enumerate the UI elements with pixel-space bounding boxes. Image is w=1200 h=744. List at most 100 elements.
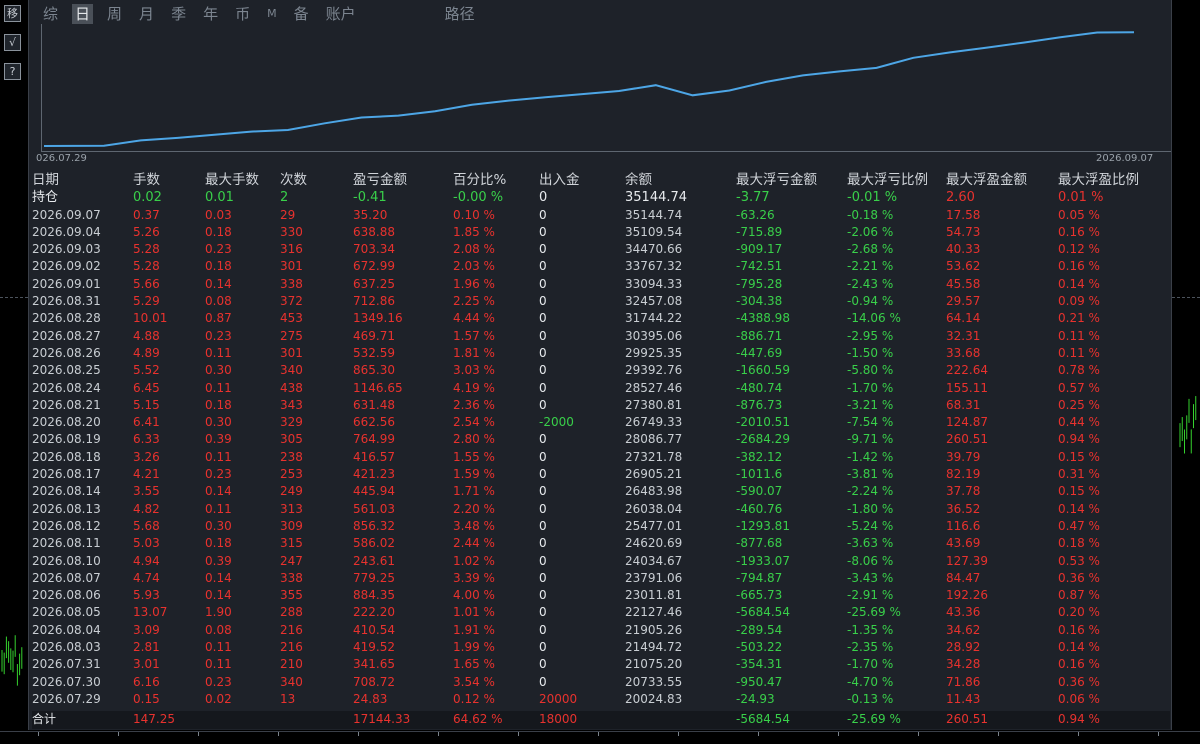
table-header-cell-4: 盈亏金额 bbox=[353, 172, 407, 188]
table-row-cell-4: 703.34 bbox=[353, 242, 395, 257]
table-row-cell-7: 33767.32 bbox=[625, 259, 683, 274]
tab-9[interactable]: 账户 bbox=[323, 4, 359, 24]
tab-0[interactable]: 综 bbox=[40, 4, 61, 24]
table-row-cell-5: 0.10 % bbox=[453, 207, 495, 222]
help-button[interactable]: ? bbox=[4, 63, 21, 80]
table-row-cell-2: 0.14 bbox=[205, 588, 232, 603]
table-row-cell-5: 1.01 % bbox=[453, 605, 495, 620]
table-row-cell-8: -886.71 bbox=[736, 328, 783, 343]
table-row-cell-2: 0.30 bbox=[205, 415, 232, 430]
table-row-cell-8: -876.73 bbox=[736, 397, 783, 412]
table-row-cell-2: 0.23 bbox=[205, 242, 232, 257]
table-row-cell-11: 0.15 % bbox=[1058, 449, 1100, 464]
table-row-cell-4: 419.52 bbox=[353, 640, 395, 655]
table-row-cell-11: 0.18 % bbox=[1058, 536, 1100, 551]
table-row: 2026.08.12 5.68 0.30 309 856.32 3.48 % 0 25477.… bbox=[32, 518, 1170, 535]
table-row-cell-9: -2.24 % bbox=[847, 484, 894, 499]
table-row-cell-6: 0 bbox=[539, 397, 547, 412]
table-row-cell-2: 0.14 bbox=[205, 276, 232, 291]
table-row-cell-5: 1.55 % bbox=[453, 449, 495, 464]
table-row-cell-11: 0.57 % bbox=[1058, 380, 1100, 395]
table-row-cell-3: 316 bbox=[280, 242, 303, 257]
holding-row-cell-11: 0.01 % bbox=[1058, 190, 1104, 206]
table-row-cell-9: -1.70 % bbox=[847, 657, 894, 672]
tab-7[interactable]: M bbox=[264, 4, 280, 24]
table-row-cell-7: 23011.81 bbox=[625, 588, 683, 603]
app-window: 移 √ ? 综日周月季年币 M 备账户 路径 026.07.29 2026.09.07… bbox=[0, 0, 1200, 744]
table-row-cell-8: -909.17 bbox=[736, 242, 783, 257]
move-button[interactable]: 移 bbox=[4, 5, 21, 22]
table-row-cell-2: 0.08 bbox=[205, 622, 232, 637]
table-row-cell-6: 0 bbox=[539, 657, 547, 672]
table-row-cell-5: 1.81 % bbox=[453, 345, 495, 360]
table-row-cell-6: 0 bbox=[539, 674, 547, 689]
table-row-cell-2: 0.23 bbox=[205, 467, 232, 482]
holding-row-cell-2: 0.01 bbox=[205, 190, 234, 206]
tab-8[interactable]: 备 bbox=[291, 4, 312, 24]
table-row-cell-5: 2.54 % bbox=[453, 415, 495, 430]
table-row-cell-0: 2026.08.17 bbox=[32, 467, 101, 482]
holding-row-cell-6: 0 bbox=[539, 190, 548, 206]
tab-6[interactable]: 币 bbox=[232, 4, 253, 24]
table-row-cell-0: 2026.08.06 bbox=[32, 588, 101, 603]
table-row-cell-6: 0 bbox=[539, 501, 547, 516]
table-row-cell-6: 0 bbox=[539, 363, 547, 378]
table-row-cell-6: 0 bbox=[539, 276, 547, 291]
tab-5[interactable]: 年 bbox=[200, 4, 221, 24]
axis-tick bbox=[598, 732, 599, 736]
chart-start-date: 026.07.29 bbox=[36, 153, 87, 164]
bottom-time-axis bbox=[0, 731, 1200, 744]
table-row-cell-3: 275 bbox=[280, 328, 303, 343]
total-row-cell-10: 260.51 bbox=[946, 712, 988, 727]
table-row-cell-9: -3.43 % bbox=[847, 570, 894, 585]
table-row-cell-9: -7.54 % bbox=[847, 415, 894, 430]
equity-chart bbox=[41, 24, 1171, 152]
table-row: 2026.08.21 5.15 0.18 343 631.48 2.36 % 0 27380.… bbox=[32, 397, 1170, 414]
table-row-cell-6: 0 bbox=[539, 259, 547, 274]
table-row-cell-10: 17.58 bbox=[946, 207, 981, 222]
tab-1[interactable]: 日 bbox=[72, 4, 94, 24]
table-row-cell-11: 0.87 % bbox=[1058, 588, 1100, 603]
table-row-cell-6: 0 bbox=[539, 640, 547, 655]
table-row-cell-8: -5684.54 bbox=[736, 605, 790, 620]
table-row-cell-11: 0.53 % bbox=[1058, 553, 1100, 568]
table-row-cell-8: -447.69 bbox=[736, 345, 783, 360]
check-button[interactable]: √ bbox=[4, 34, 21, 51]
table-row-cell-7: 20733.55 bbox=[625, 674, 683, 689]
tab-3[interactable]: 月 bbox=[136, 4, 157, 24]
table-row-cell-3: 13 bbox=[280, 691, 296, 706]
tab-10[interactable]: 路径 bbox=[442, 4, 478, 24]
table-row: 2026.08.03 2.81 0.11 216 419.52 1.99 % 0 21494.… bbox=[32, 639, 1170, 656]
table-row-cell-6: 0 bbox=[539, 345, 547, 360]
table-row: 2026.09.07 0.37 0.03 29 35.20 0.10 % 0 35144.74… bbox=[32, 207, 1170, 224]
tab-4[interactable]: 季 bbox=[168, 4, 189, 24]
table-row-cell-1: 5.93 bbox=[133, 588, 160, 603]
table-row: 2026.08.25 5.52 0.30 340 865.30 3.03 % 0 29392.… bbox=[32, 362, 1170, 379]
total-row-cell-9: -25.69 % bbox=[847, 712, 901, 727]
table-row-cell-9: -8.06 % bbox=[847, 553, 894, 568]
table-row-cell-9: -3.21 % bbox=[847, 397, 894, 412]
table-row-cell-8: -665.73 bbox=[736, 588, 783, 603]
table-row-cell-8: -1293.81 bbox=[736, 518, 790, 533]
table-row-cell-5: 2.36 % bbox=[453, 397, 495, 412]
table-row-cell-10: 68.31 bbox=[946, 397, 981, 412]
table-row-cell-3: 210 bbox=[280, 657, 303, 672]
table-row-cell-4: 856.32 bbox=[353, 518, 395, 533]
table-row-cell-10: 127.39 bbox=[946, 553, 988, 568]
table-row-cell-4: 410.54 bbox=[353, 622, 395, 637]
table-row-cell-0: 2026.08.11 bbox=[32, 536, 101, 551]
tab-2[interactable]: 周 bbox=[104, 4, 125, 24]
table-header-cell-10: 最大浮盈金额 bbox=[946, 172, 1027, 188]
axis-tick bbox=[278, 732, 279, 736]
table-row-cell-10: 32.31 bbox=[946, 328, 981, 343]
table-row-cell-10: 33.68 bbox=[946, 345, 981, 360]
table-row-cell-7: 27380.81 bbox=[625, 397, 683, 412]
table-row-cell-5: 3.48 % bbox=[453, 518, 495, 533]
table-row-cell-8: -2010.51 bbox=[736, 415, 790, 430]
table-row-cell-5: 4.19 % bbox=[453, 380, 495, 395]
table-row-cell-2: 0.30 bbox=[205, 518, 232, 533]
table-row-cell-10: 54.73 bbox=[946, 224, 981, 239]
table-header-cell-8: 最大浮亏金额 bbox=[736, 172, 817, 188]
table-row-cell-6: 0 bbox=[539, 588, 547, 603]
total-row-cell-11: 0.94 % bbox=[1058, 712, 1100, 727]
